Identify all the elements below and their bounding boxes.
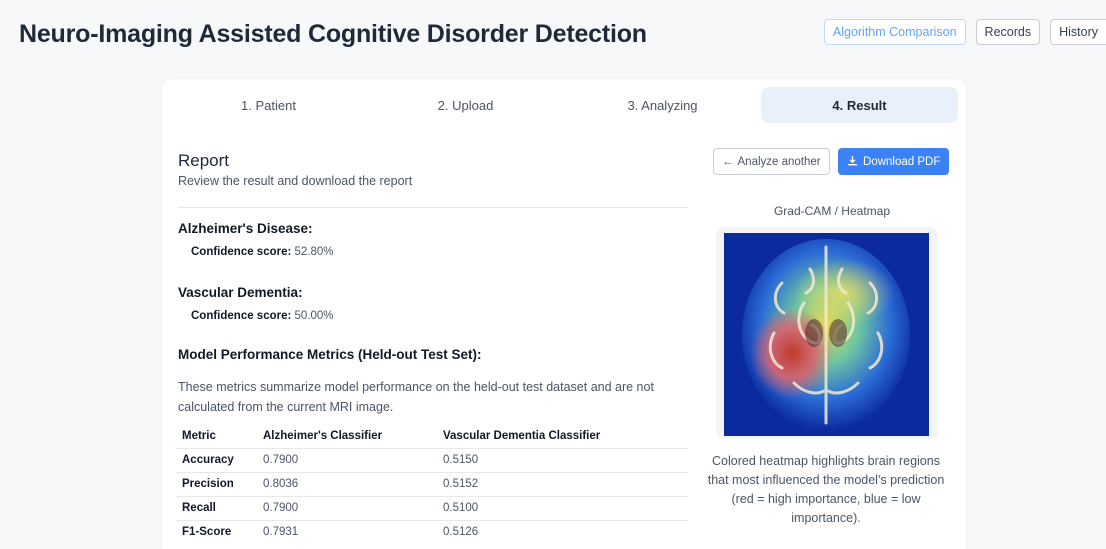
- confidence-value: 50.00%: [294, 310, 334, 322]
- metric-name: Recall: [176, 495, 257, 520]
- metric-name: F1-Score: [176, 519, 257, 544]
- alzheimers-value: 0.7900: [257, 447, 437, 472]
- metrics-heading: Model Performance Metrics (Held-out Test…: [178, 347, 482, 362]
- alzheimers-value: 0.7931: [257, 519, 437, 544]
- step-patient[interactable]: 1. Patient: [170, 87, 367, 123]
- metrics-note: These metrics summarize model performanc…: [178, 380, 654, 414]
- download-pdf-button[interactable]: Download PDF: [838, 148, 950, 175]
- stepper: 1. Patient 2. Upload 3. Analyzing 4. Res…: [170, 87, 958, 123]
- alzheimers-confidence: Confidence score: 52.80%: [191, 246, 334, 258]
- confidence-label: Confidence score:: [191, 246, 292, 258]
- algorithm-comparison-button[interactable]: Algorithm Comparison: [823, 19, 966, 45]
- divider: [178, 207, 688, 208]
- confidence-label: Confidence score:: [191, 310, 292, 322]
- metric-name: Precision: [176, 471, 257, 496]
- top-nav: Algorithm Comparison Records History: [823, 19, 1106, 45]
- column-header: Alzheimer's Classifier: [263, 429, 383, 442]
- report-title: Report: [178, 151, 230, 170]
- table-header-row: Metric Alzheimer's Classifier Vascular D…: [176, 424, 688, 448]
- vascular-value: 0.5152: [437, 471, 688, 496]
- heatmap-title: Grad-CAM / Heatmap: [773, 204, 891, 218]
- download-pdf-label: Download PDF: [863, 155, 941, 168]
- alzheimers-value: 0.7900: [257, 495, 437, 520]
- arrow-left-icon: ←: [722, 155, 734, 168]
- download-icon: [847, 155, 858, 169]
- step-result[interactable]: 4. Result: [761, 87, 958, 123]
- heatmap-image: [724, 233, 929, 436]
- analyze-another-label: Analyze another: [737, 155, 821, 168]
- vascular-heading: Vascular Dementia:: [178, 285, 303, 300]
- column-header: Metric: [182, 429, 216, 442]
- vascular-value: 0.5150: [437, 447, 688, 472]
- analyze-another-button[interactable]: ← Analyze another: [713, 148, 830, 175]
- vascular-value: 0.5126: [437, 519, 688, 544]
- table-row: Precision 0.8036 0.5152: [176, 471, 688, 496]
- vascular-confidence: Confidence score: 50.00%: [191, 310, 334, 322]
- metrics-table: Metric Alzheimer's Classifier Vascular D…: [176, 424, 688, 544]
- history-button[interactable]: History: [1050, 19, 1106, 45]
- confidence-value: 52.80%: [294, 246, 334, 258]
- step-upload[interactable]: 2. Upload: [367, 87, 564, 123]
- vascular-value: 0.5100: [437, 495, 688, 520]
- heatmap-caption: Colored heatmap highlights brain regions…: [707, 454, 945, 525]
- app-title: Neuro-Imaging Assisted Cognitive Disorde…: [19, 20, 647, 48]
- report-card: 1. Patient 2. Upload 3. Analyzing 4. Res…: [162, 79, 966, 549]
- table-row: F1-Score 0.7931 0.5126: [176, 519, 688, 544]
- table-row: Recall 0.7900 0.5100: [176, 495, 688, 520]
- heatmap-frame: [716, 227, 938, 439]
- step-analyzing[interactable]: 3. Analyzing: [564, 87, 761, 123]
- column-header: Vascular Dementia Classifier: [443, 429, 601, 442]
- records-button[interactable]: Records: [975, 19, 1041, 45]
- alzheimers-heading: Alzheimer's Disease:: [178, 221, 313, 236]
- table-row: Accuracy 0.7900 0.5150: [176, 447, 688, 472]
- alzheimers-value: 0.8036: [257, 471, 437, 496]
- report-subtitle: Review the result and download the repor…: [178, 174, 413, 188]
- metric-name: Accuracy: [176, 447, 257, 472]
